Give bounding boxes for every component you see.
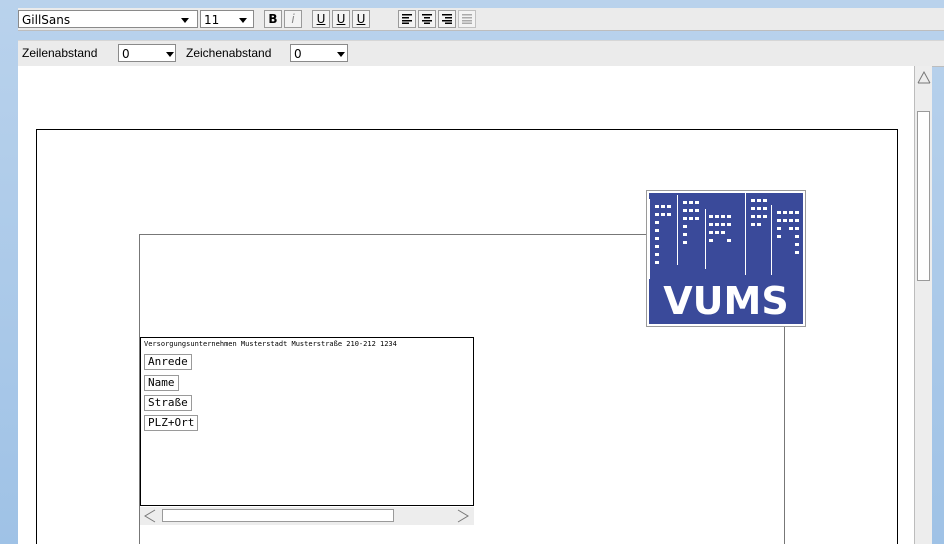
scroll-up-icon[interactable] xyxy=(916,69,932,87)
font-family-value: GillSans xyxy=(22,13,71,27)
chevron-down-icon[interactable] xyxy=(166,52,174,57)
italic-button[interactable]: i xyxy=(284,10,302,28)
font-size-value: 11 xyxy=(204,13,220,27)
align-justify-icon xyxy=(462,14,472,24)
underline-label: U xyxy=(316,12,326,26)
char-spacing-value: 0 xyxy=(294,47,302,61)
word-underline-label: U xyxy=(356,12,366,26)
line-spacing-value: 0 xyxy=(122,47,130,61)
line-spacing-label: Zeilenabstand xyxy=(22,46,98,60)
document-canvas[interactable]: VUMS Versorgungsunternehmen Musterstadt … xyxy=(18,66,932,544)
align-left-icon xyxy=(402,14,412,24)
bold-button[interactable]: B xyxy=(264,10,282,28)
logo-text: VUMS xyxy=(663,279,789,323)
address-field-zip-city[interactable]: PLZ+Ort xyxy=(144,415,199,431)
underline-button[interactable]: U xyxy=(312,10,330,28)
spacing-toolbar: Zeilenabstand 0 Zeichenabstand 0 xyxy=(18,40,944,67)
align-center-icon xyxy=(422,14,432,24)
chevron-down-icon[interactable] xyxy=(337,52,345,57)
chevron-down-icon[interactable] xyxy=(181,18,189,23)
address-field-name[interactable]: Name xyxy=(144,375,179,391)
letter-frame-right xyxy=(784,325,785,544)
horizontal-scroll-thumb[interactable] xyxy=(162,509,394,522)
align-justify-button[interactable] xyxy=(458,10,476,28)
font-family-select[interactable]: GillSans xyxy=(18,10,198,28)
align-right-button[interactable] xyxy=(438,10,456,28)
align-left-button[interactable] xyxy=(398,10,416,28)
chevron-down-icon[interactable] xyxy=(239,18,247,23)
align-right-icon xyxy=(442,14,452,24)
sender-line: Versorgungsunternehmen Musterstadt Muste… xyxy=(144,340,397,348)
italic-label: i xyxy=(291,12,295,26)
double-underline-button[interactable]: U xyxy=(332,10,350,28)
address-field-salutation[interactable]: Anrede xyxy=(144,354,192,370)
vertical-scroll-thumb[interactable] xyxy=(917,111,930,281)
address-window[interactable]: Versorgungsunternehmen Musterstadt Muste… xyxy=(140,337,474,506)
word-underline-button[interactable]: U xyxy=(352,10,370,28)
address-horizontal-scrollbar[interactable] xyxy=(140,507,474,525)
scroll-right-icon[interactable] xyxy=(454,508,470,524)
char-spacing-label: Zeichenabstand xyxy=(186,46,272,60)
letter-frame-top xyxy=(139,234,648,235)
vertical-scrollbar[interactable] xyxy=(914,66,932,544)
address-field-street[interactable]: Straße xyxy=(144,395,192,411)
formatting-toolbar: GillSans 11 B i U U U xyxy=(18,8,944,31)
bold-label: B xyxy=(268,12,278,26)
align-center-button[interactable] xyxy=(418,10,436,28)
vums-logo: VUMS xyxy=(646,190,806,327)
scroll-left-icon[interactable] xyxy=(143,508,159,524)
double-underline-label: U xyxy=(336,12,346,26)
